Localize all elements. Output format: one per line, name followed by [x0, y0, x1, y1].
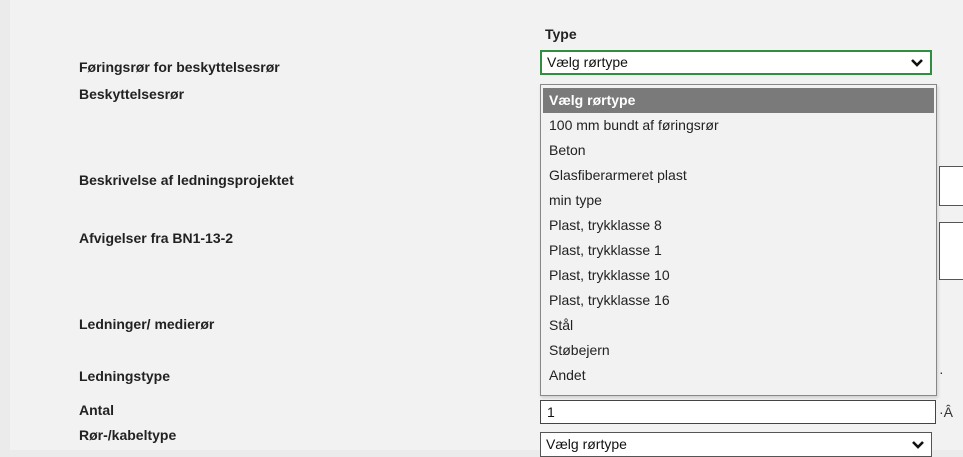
chevron-down-icon: [912, 441, 924, 449]
label-ledninger: Ledninger/ medierør: [79, 316, 215, 332]
rortype-dropdown-list[interactable]: Vælg rørtype 100 mm bundt af føringsrør …: [540, 84, 937, 396]
option-beton[interactable]: Beton: [543, 138, 934, 163]
ledningstype-trailing-mark: ·: [939, 364, 944, 380]
option-andet[interactable]: Andet: [543, 363, 934, 388]
option-plast-1[interactable]: Plast, trykklasse 1: [543, 238, 934, 263]
option-100mm-bundt[interactable]: 100 mm bundt af føringsrør: [543, 113, 934, 138]
antal-trailing-mark: ·Â: [939, 404, 953, 420]
ror-kabeltype-select[interactable]: Vælg rørtype: [540, 432, 932, 457]
option-plast-10[interactable]: Plast, trykklasse 10: [543, 263, 934, 288]
beskrivelse-field[interactable]: [939, 166, 963, 206]
option-stobejern[interactable]: Støbejern: [543, 338, 934, 363]
label-afvigelser: Afvigelser fra BN1-13-2: [79, 230, 234, 246]
option-glasfiber[interactable]: Glasfiberarmeret plast: [543, 163, 934, 188]
option-min-type[interactable]: min type: [543, 188, 934, 213]
chevron-down-icon: [911, 58, 923, 67]
label-antal: Antal: [79, 402, 114, 418]
label-beskyttelsesror: Beskyttelsesrør: [79, 86, 185, 102]
afvigelser-field[interactable]: [939, 222, 963, 280]
antal-input[interactable]: 1: [540, 400, 936, 424]
label-foringsror: Føringsrør for beskyttelsesrør: [79, 59, 280, 75]
option-valg-rortype[interactable]: Vælg rørtype: [543, 88, 934, 113]
option-staal[interactable]: Stål: [543, 313, 934, 338]
antal-input-value: 1: [547, 404, 555, 420]
type-column-header: Type: [545, 26, 577, 42]
foringsror-type-select[interactable]: Vælg rørtype: [540, 50, 932, 75]
label-beskrivelse: Beskrivelse af ledningsprojektet: [79, 172, 294, 188]
label-ror-kabeltype: Rør-/kabeltype: [79, 427, 177, 443]
option-plast-16[interactable]: Plast, trykklasse 16: [543, 288, 934, 313]
label-ledningstype: Ledningstype: [79, 368, 171, 384]
option-plast-8[interactable]: Plast, trykklasse 8: [543, 213, 934, 238]
foringsror-select-value: Vælg rørtype: [547, 54, 628, 70]
